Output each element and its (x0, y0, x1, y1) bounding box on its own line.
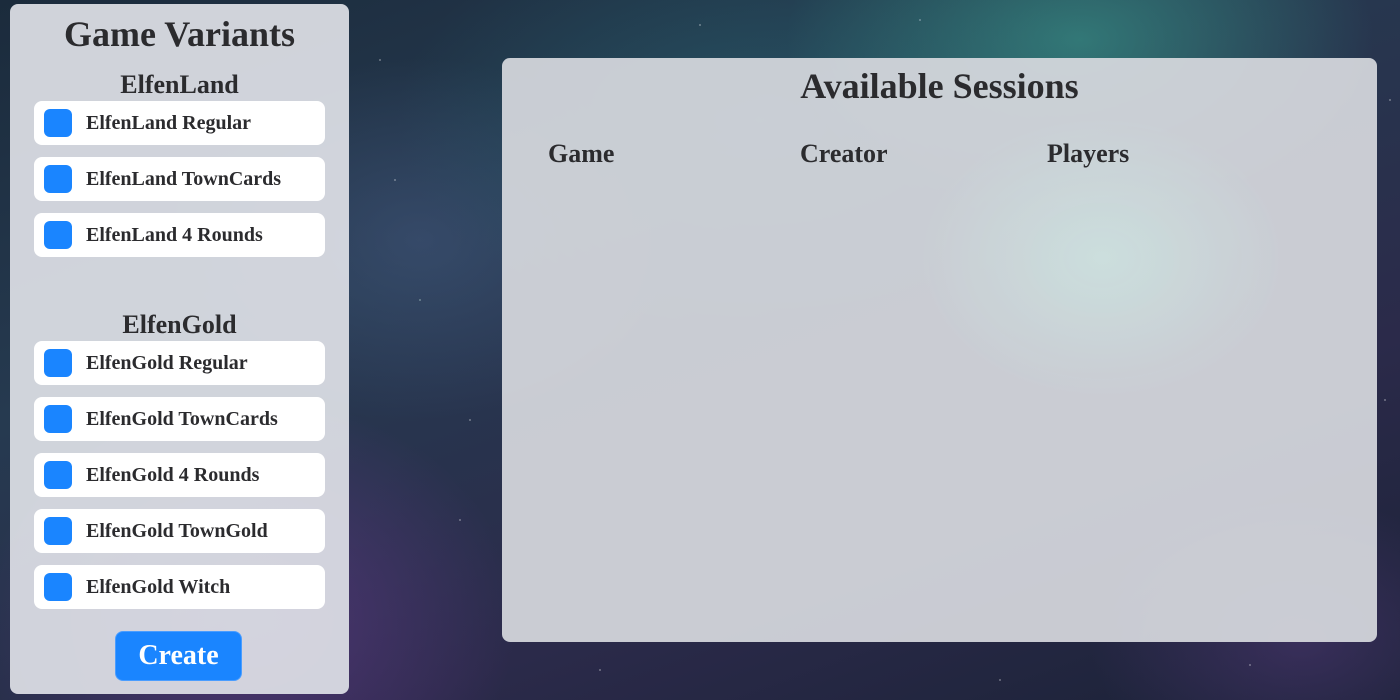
variant-toggle[interactable] (44, 165, 72, 193)
variant-item-elfengold-4-rounds[interactable]: ElfenGold 4 Rounds (34, 453, 325, 497)
variant-toggle[interactable] (44, 109, 72, 137)
variant-label: ElfenGold Witch (86, 575, 231, 598)
variant-item-elfenland-4-rounds[interactable]: ElfenLand 4 Rounds (34, 213, 325, 257)
variant-label: ElfenGold TownCards (86, 407, 278, 430)
group-title-elfengold: ElfenGold (122, 310, 237, 339)
variant-label: ElfenGold 4 Rounds (86, 463, 260, 486)
column-header-creator: Creator (800, 139, 888, 168)
column-header-game: Game (548, 139, 615, 168)
sessions-title: Available Sessions (800, 66, 1079, 106)
variant-toggle[interactable] (44, 221, 72, 249)
variant-item-elfengold-towngold[interactable]: ElfenGold TownGold (34, 509, 325, 553)
variant-toggle[interactable] (44, 573, 72, 601)
create-button[interactable]: Create (115, 631, 242, 681)
variant-toggle[interactable] (44, 517, 72, 545)
variant-item-elfengold-towncards[interactable]: ElfenGold TownCards (34, 397, 325, 441)
game-variants-panel: Game Variants ElfenLand ElfenLand Regula… (10, 4, 349, 694)
variant-label: ElfenGold Regular (86, 351, 248, 374)
available-sessions-panel: Available Sessions Game Creator Players (502, 58, 1377, 642)
variant-item-elfengold-regular[interactable]: ElfenGold Regular (34, 341, 325, 385)
variant-label: ElfenLand Regular (86, 111, 252, 134)
variant-toggle[interactable] (44, 461, 72, 489)
variant-item-elfenland-regular[interactable]: ElfenLand Regular (34, 101, 325, 145)
variant-item-elfengold-witch[interactable]: ElfenGold Witch (34, 565, 325, 609)
variant-label: ElfenLand 4 Rounds (86, 223, 263, 246)
variant-item-elfenland-towncards[interactable]: ElfenLand TownCards (34, 157, 325, 201)
group-title-elfenland: ElfenLand (120, 70, 239, 99)
variant-label: ElfenGold TownGold (86, 519, 268, 542)
variant-toggle[interactable] (44, 349, 72, 377)
column-header-players: Players (1047, 139, 1130, 168)
variant-label: ElfenLand TownCards (86, 167, 282, 190)
panel-title: Game Variants (63, 14, 295, 54)
variant-toggle[interactable] (44, 405, 72, 433)
